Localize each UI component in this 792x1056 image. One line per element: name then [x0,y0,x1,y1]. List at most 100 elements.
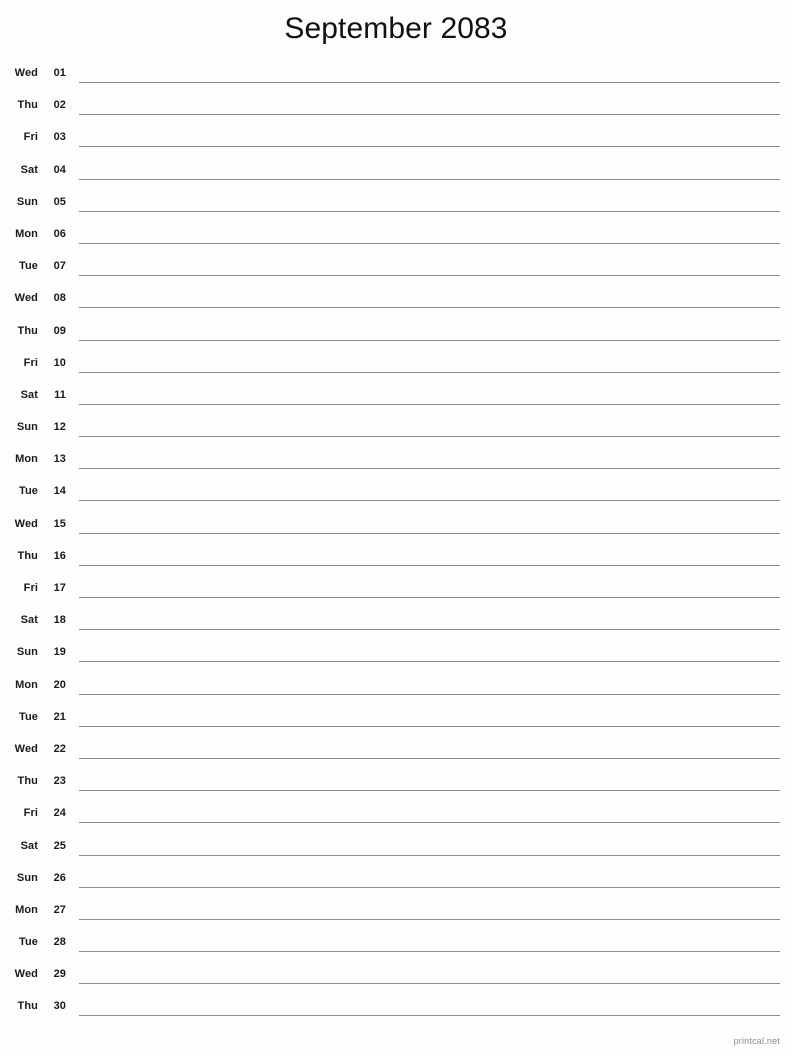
day-weekday-label: Sat [20,163,38,176]
day-writing-line[interactable] [79,371,780,373]
day-weekday-label: Fri [23,131,38,144]
day-row[interactable]: Sat 25 [0,835,792,867]
day-row[interactable]: Sun 26 [0,867,792,899]
day-writing-line[interactable] [79,564,780,566]
day-row[interactable]: Thu 09 [0,320,792,352]
day-writing-line[interactable] [79,500,780,502]
day-weekday-label: Sat [20,388,38,401]
day-weekday-label: Thu [17,549,38,562]
day-writing-line[interactable] [79,1015,780,1017]
day-writing-line[interactable] [79,178,780,180]
day-writing-line[interactable] [79,114,780,116]
day-writing-line[interactable] [79,275,780,277]
day-row[interactable]: Thu 30 [0,995,792,1027]
day-row[interactable]: Fri 03 [0,126,792,158]
day-weekday-label: Fri [23,807,38,820]
day-number-label: 13 [53,453,66,466]
day-row[interactable]: Fri 24 [0,802,792,834]
day-writing-line[interactable] [79,661,780,663]
day-row[interactable]: Sat 11 [0,384,792,416]
day-writing-line[interactable] [79,918,780,920]
day-number-label: 01 [53,67,66,79]
day-weekday-label: Thu [17,324,38,337]
day-writing-line[interactable] [79,532,780,534]
day-weekday-label: Mon [15,453,38,466]
day-number-label: 15 [53,517,66,530]
day-writing-line[interactable] [79,436,780,438]
day-weekday-label: Sun [16,871,38,884]
day-number-label: 22 [53,742,66,755]
day-writing-line[interactable] [79,403,780,405]
day-weekday-label: Fri [23,582,38,594]
day-row[interactable]: Tue 07 [0,255,792,287]
day-weekday-label: Wed [14,742,38,755]
day-weekday-label: Thu [17,775,38,788]
day-row[interactable]: Wed 01 [0,62,792,94]
day-number-label: 21 [53,710,66,723]
day-writing-line[interactable] [79,983,780,985]
day-writing-line[interactable] [79,854,780,856]
day-weekday-label: Wed [14,968,38,981]
day-writing-line[interactable] [79,339,780,341]
day-row[interactable]: Tue 21 [0,706,792,738]
footer-credit: printcal.net [733,1036,780,1046]
day-writing-line[interactable] [79,629,780,631]
day-number-label: 26 [53,871,66,884]
day-row[interactable]: Mon 06 [0,223,792,255]
day-writing-line[interactable] [79,307,780,309]
calendar-page: September 2083 Wed 01 Thu 02 Fri 03 Sat 04 Sun 05… [0,0,792,1056]
day-number-label: 28 [53,936,66,949]
day-row[interactable]: Mon 13 [0,448,792,480]
day-row[interactable]: Thu 23 [0,770,792,802]
day-writing-line[interactable] [79,757,780,759]
day-writing-line[interactable] [79,693,780,695]
day-writing-line[interactable] [79,725,780,727]
day-row[interactable]: Mon 27 [0,899,792,931]
day-weekday-label: Mon [15,227,38,240]
day-writing-line[interactable] [79,468,780,470]
day-row[interactable]: Mon 20 [0,674,792,706]
day-row[interactable]: Wed 15 [0,513,792,545]
day-row[interactable]: Thu 02 [0,94,792,126]
day-writing-line[interactable] [79,822,780,824]
day-row[interactable]: Wed 29 [0,963,792,995]
day-row[interactable]: Wed 08 [0,287,792,319]
day-number-label: 02 [53,99,66,112]
day-row[interactable]: Sun 05 [0,191,792,223]
day-weekday-label: Sat [20,614,38,627]
day-row[interactable]: Fri 17 [0,577,792,609]
day-number-label: 20 [53,678,66,691]
day-writing-line[interactable] [79,82,780,83]
day-row[interactable]: Wed 22 [0,738,792,770]
day-writing-line[interactable] [79,597,780,598]
day-writing-line[interactable] [79,951,780,953]
day-row[interactable]: Sat 18 [0,609,792,641]
day-row[interactable]: Tue 14 [0,480,792,512]
day-row[interactable]: Sun 19 [0,641,792,673]
day-writing-line[interactable] [79,886,780,888]
day-number-label: 06 [53,227,66,240]
day-number-label: 12 [53,421,66,434]
day-row-list: Wed 01 Thu 02 Fri 03 Sat 04 Sun 05 Mon 06 Tue 07 Wed 08… [0,62,792,1028]
day-row[interactable]: Fri 10 [0,352,792,384]
day-weekday-label: Fri [23,356,38,369]
day-number-label: 16 [53,549,66,562]
day-row[interactable]: Tue 28 [0,931,792,963]
day-number-label: 30 [53,1000,66,1013]
day-row[interactable]: Sat 04 [0,159,792,191]
day-weekday-label: Thu [17,1000,38,1013]
day-number-label: 17 [53,582,66,594]
day-number-label: 29 [53,968,66,981]
day-weekday-label: Tue [18,260,38,273]
day-writing-line[interactable] [79,790,780,792]
day-writing-line[interactable] [79,242,780,244]
day-weekday-label: Mon [15,678,38,691]
day-weekday-label: Wed [14,67,38,79]
day-row[interactable]: Sun 12 [0,416,792,448]
day-writing-line[interactable] [79,146,780,148]
day-writing-line[interactable] [79,210,780,212]
day-number-label: 05 [53,195,66,208]
day-number-label: 24 [53,807,66,820]
day-number-label: 09 [53,324,66,337]
day-row[interactable]: Thu 16 [0,545,792,577]
